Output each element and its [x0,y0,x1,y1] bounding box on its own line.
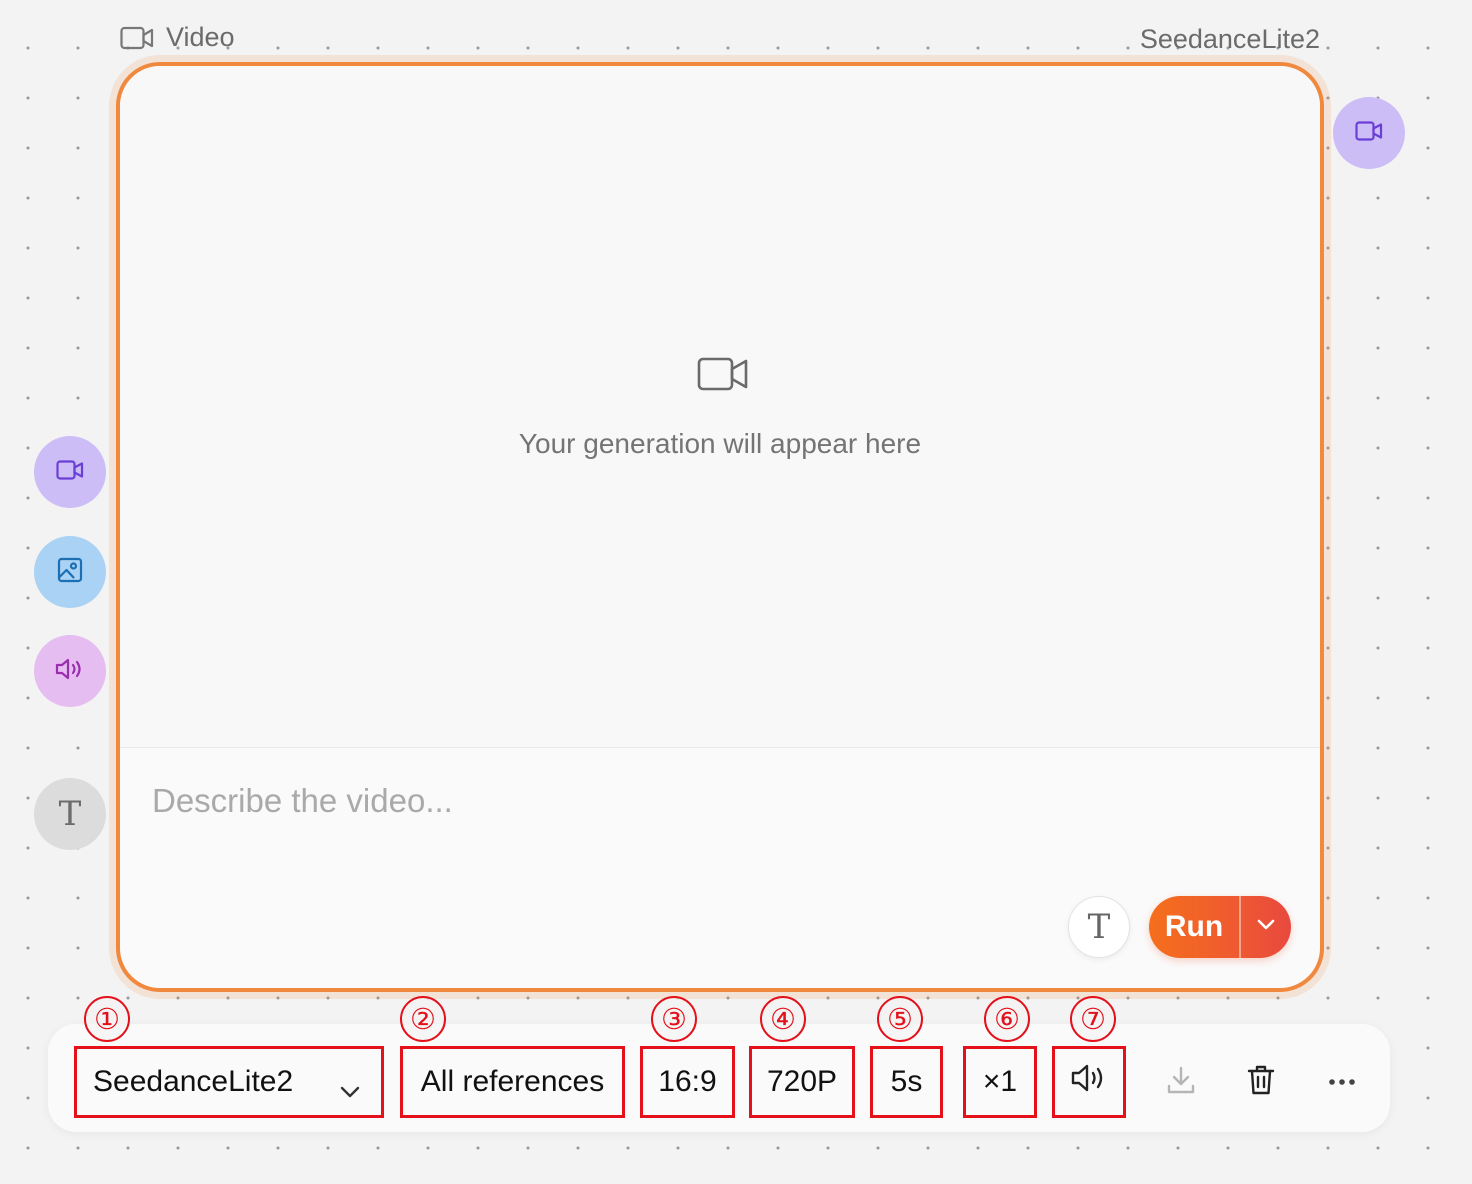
more-horizontal-icon [1328,1073,1356,1091]
video-output-handle[interactable] [1333,97,1405,169]
audio-input-handle[interactable] [34,635,106,707]
delete-button[interactable] [1239,1060,1283,1104]
video-icon [56,459,84,485]
annotation-marker: ③ [651,996,697,1042]
resolution-select[interactable]: 720P [749,1046,855,1118]
model-select[interactable]: SeedanceLite2 [74,1046,384,1118]
annotation-marker: ⑥ [984,996,1030,1042]
annotation-marker: ⑦ [1070,996,1116,1042]
model-select-label: SeedanceLite2 [93,1065,294,1098]
references-select[interactable]: All references [400,1046,625,1118]
speaker-icon [1070,1063,1108,1101]
trash-icon [1247,1064,1275,1101]
video-camera-icon [120,26,154,50]
annotation-marker: ⑤ [877,996,923,1042]
image-input-handle[interactable] [34,536,106,608]
node-type-label: Video [166,22,235,52]
video-icon [1355,120,1383,146]
video-camera-icon [697,356,749,397]
duration-select[interactable]: 5s [870,1046,943,1118]
download-button[interactable] [1159,1060,1203,1104]
count-select[interactable]: ×1 [963,1046,1037,1118]
annotation-marker: ② [400,996,446,1042]
run-button-group: Run [1149,896,1291,958]
annotation-marker: ④ [760,996,806,1042]
more-options-button[interactable] [1320,1060,1364,1104]
download-icon [1166,1065,1196,1100]
run-button[interactable]: Run [1149,896,1239,958]
image-icon [57,557,83,588]
video-node-card[interactable]: Your generation will appear here T Run [116,62,1324,992]
annotation-marker: ① [84,996,130,1042]
chevron-down-icon [339,1073,361,1107]
text-mode-button[interactable]: T [1068,896,1130,958]
generation-preview: Your generation will appear here [120,66,1320,748]
audio-icon [55,657,85,686]
audio-toggle[interactable] [1052,1046,1126,1118]
video-input-handle[interactable] [34,436,106,508]
preview-placeholder-text: Your generation will appear here [518,428,922,459]
run-options-button[interactable] [1241,896,1292,958]
node-model-name: SeedanceLite2 [1139,24,1320,54]
prompt-input[interactable] [152,782,1052,820]
chevron-down-icon [1256,918,1276,936]
aspect-ratio-select[interactable]: 16:9 [640,1046,735,1118]
node-header: Video [120,22,235,53]
text-input-handle[interactable]: T [34,778,106,850]
